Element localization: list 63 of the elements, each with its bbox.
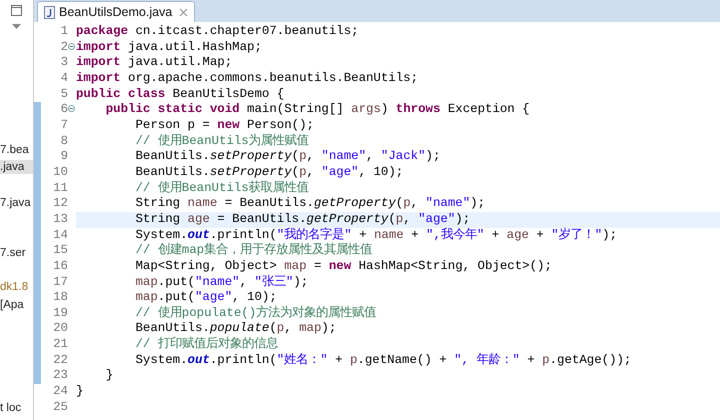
line-number: 20 [53,321,68,338]
line-number: 9 [60,149,68,165]
line-number: 1 [60,24,68,40]
code-line: Person p = new Person(); [134,118,314,132]
line-number: 7 [60,118,68,134]
dropdown-icon[interactable] [12,24,21,30]
line-number: 17 [53,274,68,290]
line-number: 25 [53,400,68,416]
code-line: map.put("age", 10); [134,290,277,304]
code-line: Map<String, Object> map = new HashMap<String, Object>(); [134,258,552,273]
code-line: import org.apache.commons.beanutils.BeanUtils; [76,70,418,85]
line-number: 11 [53,180,68,196]
line-number: 15 [53,243,68,259]
code-line: // 使用populate()方法为对象的属性赋值 [134,306,376,320]
code-line: BeanUtils.setProperty(p, "name", "Jack"); [134,149,440,164]
line-number: 21 [53,337,68,353]
tree-item[interactable]: t loc [0,401,33,415]
code-line: map.put("name", "张三"); [134,274,308,288]
tree-item[interactable]: dk1.8 [0,280,33,294]
fold-icon[interactable] [68,42,75,50]
code-line: // 使用BeanUtils为属性赋值 [134,134,309,148]
line-number: 10 [53,164,68,181]
line-number: 12 [53,196,68,212]
code-line: package cn.itcast.chapter07.beanutils; [76,24,359,38]
line-number: 4 [60,70,68,87]
code-line: // 打印赋值后对象的信息 [134,337,278,352]
code-line: String age = BeanUtils.getProperty(p, "age"); [134,212,470,226]
line-number: 13 [53,212,68,228]
line-number: 22 [53,352,68,368]
editor-tab[interactable]: BeanUtilsDemo.java [37,1,196,22]
code-line: // 使用BeanUtils获取属性值 [134,180,309,195]
code-line: String name = BeanUtils.getProperty(p, "name"); [134,196,486,210]
line-number: 3 [60,55,68,71]
code-line: System.out.println("姓名：" + p.getName() + ", 年龄：" + p.getAge()); [134,352,632,367]
line-number: 6 [60,102,68,118]
code-line: public class BeanUtilsDemo { [76,86,284,101]
line-number: 16 [53,258,68,274]
close-icon[interactable] [179,8,188,16]
line-number: 14 [53,228,68,244]
tree-item[interactable]: 7.bea [0,143,33,157]
code-line: // 创建map集合，用于存放属性及其属性值 [134,243,372,258]
tree-item[interactable]: .java [0,160,33,174]
code-line: BeanUtils.populate(p, map); [134,321,336,336]
fold-icon[interactable] [68,105,75,112]
tree-item[interactable]: [Apa [0,298,33,312]
code-line: public static void main(String[] args) throws Exception { [104,102,530,116]
tree-item[interactable]: 7.java [0,196,33,210]
code-line: import java.util.HashMap; [76,40,262,54]
line-number: 19 [53,306,68,322]
code-line: } [76,384,84,398]
line-number: 23 [53,368,68,384]
tree-item[interactable]: 7.ser [0,246,33,260]
line-number: 24 [53,384,68,400]
java-file-icon [44,6,55,18]
maximize-icon[interactable] [11,5,22,16]
line-number: 2 [60,40,68,56]
code-line: import java.util.Map; [76,55,232,70]
code-line: } [104,368,114,382]
code-line: BeanUtils.setProperty(p, "age", 10); [134,164,404,179]
line-number: 8 [60,134,68,150]
line-number: 18 [53,290,68,306]
line-number: 5 [60,86,68,102]
code-line: System.out.println("我的名字是" + name + ",我今年" + age + "岁了！"); [134,228,618,242]
